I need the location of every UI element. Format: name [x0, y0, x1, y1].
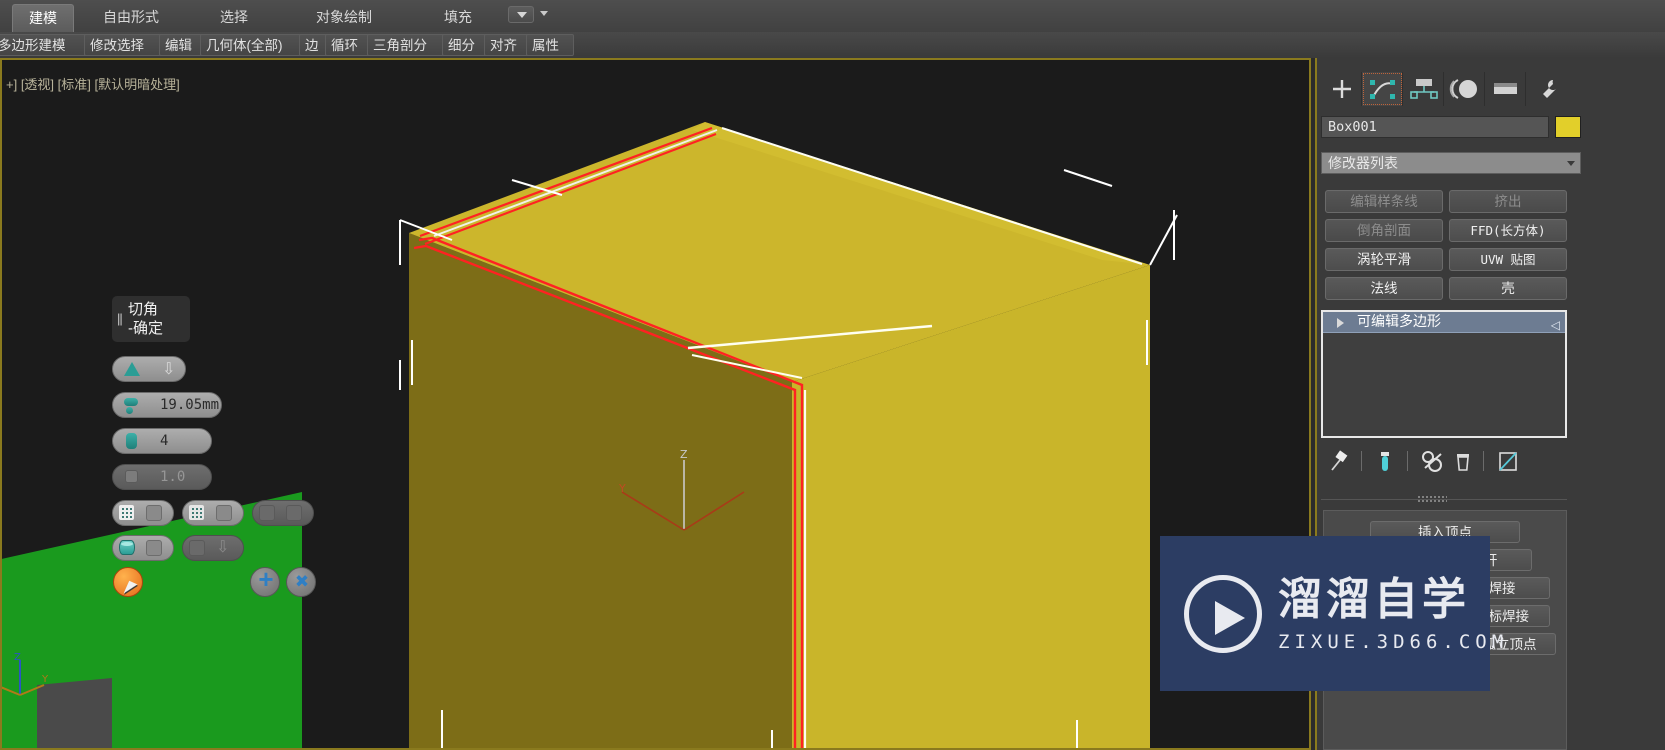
invert-open-icon [259, 505, 275, 521]
rbtn-geometry-all[interactable]: 几何体(全部) [200, 34, 304, 56]
invert-open-state[interactable] [286, 505, 302, 521]
play-button-icon [1184, 574, 1262, 653]
modbtn-normal[interactable]: 法线 [1325, 277, 1443, 300]
ribbon-command-strip: 多边形建模 修改选择 编辑 几何体(全部) 边 循环 三角剖分 细分 对齐 属性 [0, 32, 1665, 58]
chamfer-tension-value[interactable]: 1.0 [160, 464, 185, 490]
modifier-list-label: 修改器列表 [1328, 155, 1398, 171]
smooth-toggle-state[interactable] [146, 505, 162, 521]
perspective-viewport[interactable]: Z Y Z Y +] [透视] [标准] [默认明暗处理] 切角 -确定 ⇩ [0, 58, 1311, 750]
show-end-result-icon[interactable] [1375, 450, 1395, 479]
toolbar-separator-3 [1483, 451, 1484, 471]
apply-button[interactable] [250, 564, 281, 597]
rbtn-polygon-modeling[interactable]: 多边形建模 [0, 34, 88, 56]
modbtn-bevel-profile[interactable]: 倒角剖面 [1325, 219, 1443, 242]
rbtn-properties[interactable]: 属性 [526, 34, 574, 56]
modbtn-shell[interactable]: 壳 [1449, 277, 1567, 300]
rbtn-align[interactable]: 对齐 [484, 34, 532, 56]
object-name-field[interactable]: Box001 [1321, 116, 1549, 138]
chevron-down-icon[interactable] [540, 11, 548, 16]
3dsmax-window: 建模 自由形式 选择 对象绘制 填充 多边形建模 修改选择 编辑 几何体(全部)… [0, 0, 1665, 750]
chamfer-amount-icon [124, 398, 138, 406]
quad-intersections-dropdown-icon[interactable]: ⇩ [216, 540, 229, 556]
modeling-ribbon: 建模 自由形式 选择 对象绘制 填充 多边形建模 修改选择 编辑 几何体(全部)… [0, 0, 1665, 58]
caddy-title[interactable]: 切角 -确定 [112, 296, 190, 342]
configure-modifier-sets-icon[interactable] [1497, 450, 1519, 479]
svg-text:Y: Y [618, 482, 626, 495]
open-chamfer-icon [119, 540, 135, 555]
chamfer-segments-icon [126, 433, 137, 449]
caddy-title-line1: 切角 [128, 301, 159, 318]
modifier-stack-item-label: 可编辑多边形 [1357, 313, 1441, 329]
object-color-swatch[interactable] [1555, 116, 1581, 138]
quad-intersections-icon [189, 540, 205, 556]
motion-tab-icon[interactable] [1444, 72, 1485, 106]
modifier-stack-item-flag: ◁ [1550, 318, 1560, 332]
smooth-entire-icon [189, 505, 204, 520]
open-chamfer-state[interactable] [146, 540, 162, 556]
ribbon-tab-modeling[interactable]: 建模 [12, 4, 74, 32]
watermark-url: ZIXUE.3D66.COM [1278, 630, 1509, 653]
ribbon-tab-freeform[interactable]: 自由形式 [86, 4, 176, 32]
chamfer-tension-icon [125, 470, 138, 483]
make-unique-icon[interactable] [1421, 450, 1445, 479]
modifier-stack[interactable]: 可编辑多边形 ◁ [1321, 310, 1567, 438]
pin-stack-icon[interactable] [1329, 450, 1351, 479]
display-tab-icon[interactable] [1485, 72, 1526, 106]
viewport-label[interactable]: +] [透视] [标准] [默认明暗处理] [6, 74, 180, 93]
ground-box-shadow [37, 678, 112, 748]
chamfer-type-dropdown-icon[interactable]: ⇩ [162, 362, 175, 378]
svg-text:Z: Z [14, 652, 21, 663]
chamfer-amount-icon-b [126, 407, 133, 414]
utilities-tab-icon[interactable] [1526, 72, 1567, 106]
modbtn-ffd-box[interactable]: FFD(长方体) [1449, 219, 1567, 242]
chamfer-type-icon [124, 362, 140, 376]
chamfer-segments-value[interactable]: 4 [160, 428, 168, 454]
modbtn-uvw-map[interactable]: UVW 贴图 [1449, 248, 1567, 271]
modifier-list-dropdown[interactable]: 修改器列表 [1321, 152, 1581, 174]
svg-text:Y: Y [41, 674, 49, 685]
modify-tab-icon[interactable] [1362, 72, 1403, 106]
rollout-grip-dots[interactable] [1417, 495, 1447, 503]
modbtn-extrude[interactable]: 挤出 [1449, 190, 1567, 213]
watermark-brand: 溜溜自学 [1278, 574, 1470, 624]
rbtn-subdivision[interactable]: 细分 [442, 34, 490, 56]
modifier-stack-item-editable-poly[interactable]: 可编辑多边形 ◁ [1323, 312, 1565, 333]
smooth-toggle-icon [119, 505, 134, 520]
command-panel-tabs [1321, 72, 1567, 106]
rbtn-modify-selection[interactable]: 修改选择 [84, 34, 164, 56]
ribbon-tab-strip: 建模 自由形式 选择 对象绘制 填充 [0, 0, 1665, 32]
toolbar-separator-1 [1361, 451, 1362, 471]
chamfer-amount-value[interactable]: 19.05mm [160, 392, 219, 418]
toolbar-separator-2 [1407, 451, 1408, 471]
ribbon-tab-populate[interactable]: 填充 [432, 4, 484, 32]
modbtn-edit-spline[interactable]: 编辑样条线 [1325, 190, 1443, 213]
remove-modifier-icon[interactable] [1453, 450, 1473, 479]
smooth-entire-state[interactable] [216, 505, 232, 521]
modifier-stack-toolbar [1325, 450, 1565, 476]
watermark-overlay: 溜溜自学 ZIXUE.3D66.COM [1160, 536, 1503, 691]
ribbon-tab-selection[interactable]: 选择 [208, 4, 260, 32]
svg-text:Z: Z [680, 448, 688, 461]
watermark-text: 溜溜自学 ZIXUE.3D66.COM [1278, 575, 1508, 653]
caddy-title-line2: -确定 [128, 320, 163, 337]
create-tab-icon[interactable] [1321, 72, 1362, 106]
hierarchy-tab-icon[interactable] [1403, 72, 1444, 106]
chevron-down-icon [1567, 161, 1575, 166]
modbtn-turbosmooth[interactable]: 涡轮平滑 [1325, 248, 1443, 271]
ribbon-tab-objectpaint[interactable]: 对象绘制 [300, 4, 388, 32]
rbtn-loops[interactable]: 循环 [325, 34, 373, 56]
rbtn-triangulation[interactable]: 三角剖分 [367, 34, 447, 56]
ribbon-panel-dropdown-icon[interactable] [508, 6, 534, 23]
cancel-button[interactable] [286, 567, 317, 597]
